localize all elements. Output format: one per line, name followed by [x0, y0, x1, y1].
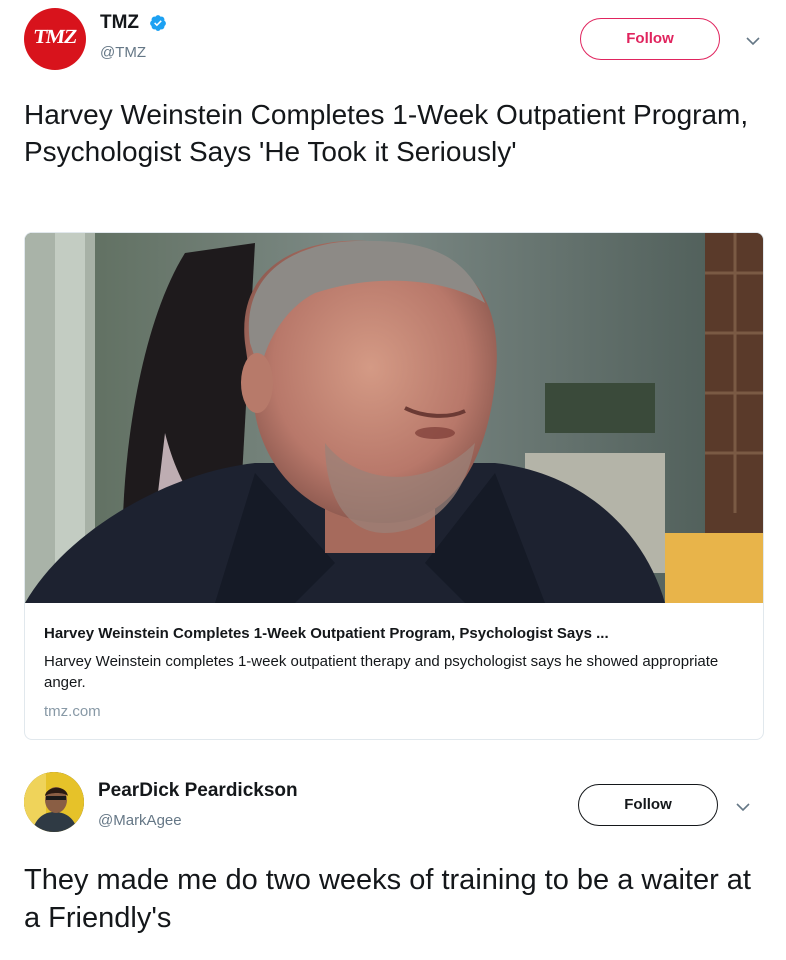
follow-button[interactable]: Follow: [578, 784, 718, 826]
avatar-peardick[interactable]: [24, 772, 84, 832]
chevron-down-icon[interactable]: [746, 36, 760, 46]
card-domain: tmz.com: [44, 703, 101, 720]
tweet: TMZ TMZ @TMZ Follow Harvey Weinstein Com…: [0, 0, 786, 760]
display-name[interactable]: PearDick Peardickson: [98, 780, 298, 802]
card-description: Harvey Weinstein completes 1-week outpat…: [44, 653, 719, 691]
display-name[interactable]: TMZ: [100, 12, 139, 34]
person-photo-icon[interactable]: [25, 233, 764, 603]
follow-button[interactable]: Follow: [580, 18, 720, 60]
tweet-text: Harvey Weinstein Completes 1-Week Outpat…: [24, 99, 749, 167]
tweet-text: They made me do two weeks of training to…: [24, 864, 751, 934]
tweet: PearDick Peardickson @MarkAgee Follow Th…: [0, 760, 786, 960]
verified-badge-icon: [150, 15, 166, 31]
avatar-photo-icon: [24, 772, 84, 832]
handle[interactable]: @MarkAgee: [98, 812, 182, 829]
chevron-down-icon[interactable]: [736, 802, 750, 812]
avatar-tmz[interactable]: TMZ: [24, 8, 86, 70]
handle[interactable]: @TMZ: [100, 44, 146, 61]
tmz-logo: TMZ: [32, 26, 78, 48]
card-title[interactable]: Harvey Weinstein Completes 1-Week Outpat…: [44, 625, 754, 642]
link-card[interactable]: Harvey Weinstein Completes 1-Week Outpat…: [24, 232, 764, 740]
